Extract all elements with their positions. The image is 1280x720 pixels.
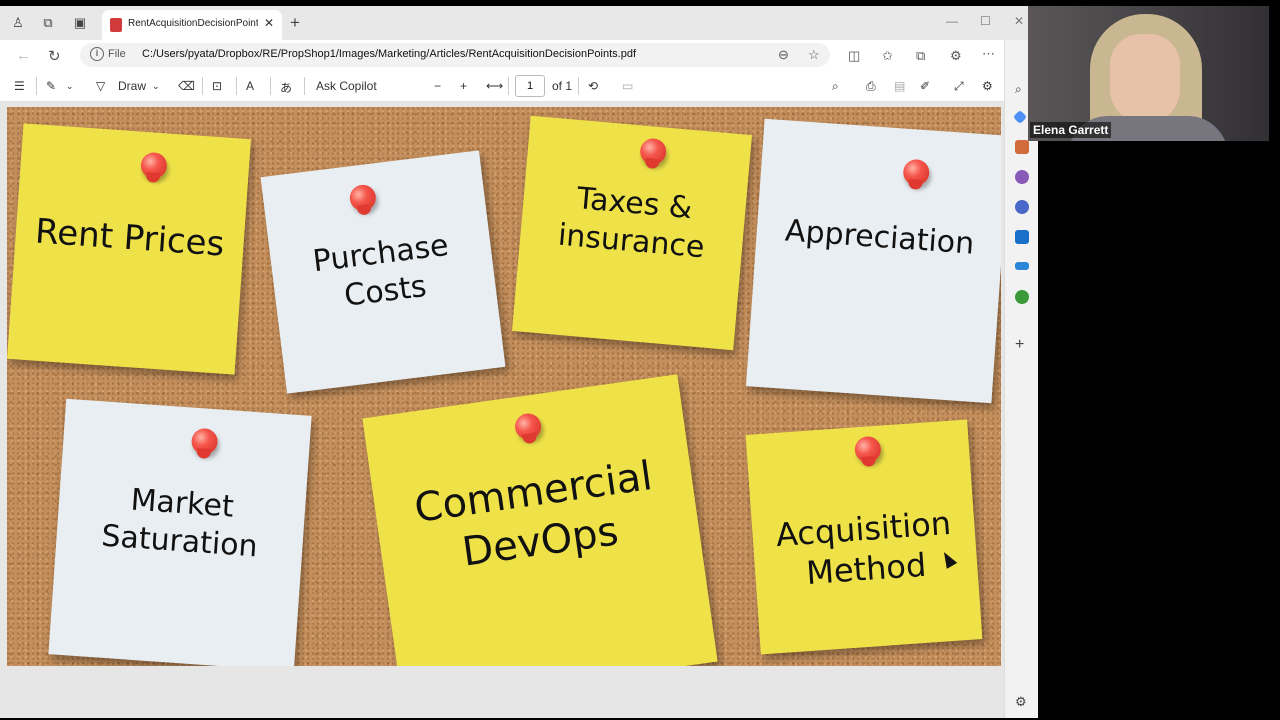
- print-icon[interactable]: ⎙: [866, 79, 876, 94]
- refresh-icon[interactable]: ↻: [48, 47, 61, 65]
- fit-page-icon[interactable]: ⟷: [486, 79, 503, 93]
- split-screen-icon[interactable]: ◫: [848, 48, 860, 64]
- url-text[interactable]: C:/Users/pyata/Dropbox/RE/PropShop1/Imag…: [142, 48, 636, 60]
- separator: [202, 77, 203, 95]
- outlook-icon[interactable]: [1015, 230, 1029, 244]
- collections-icon[interactable]: ⧉: [916, 48, 925, 64]
- pdf-toolbar: ☰ ✎ ⌄ ▽ Draw ⌄ ⌫ ⊡ A あ Ask Copilot − + ⟷…: [0, 70, 1004, 102]
- participant-face: [1110, 34, 1180, 124]
- new-tab-button[interactable]: +: [290, 13, 300, 33]
- search-icon[interactable]: ⌕: [1015, 80, 1029, 96]
- address-row: ← ↻ i File C:/Users/pyata/Dropbox/RE/Pro…: [0, 40, 1038, 70]
- participant-name: Elena Garrett: [1030, 122, 1112, 138]
- video-call-tile: Elena Garrett: [1028, 6, 1269, 141]
- close-window-icon[interactable]: ✕: [1014, 14, 1024, 28]
- sticky-note: Rent Prices: [7, 123, 251, 375]
- pushpin-icon: [513, 411, 543, 442]
- info-icon[interactable]: i: [90, 47, 104, 61]
- profile-icon[interactable]: ♙: [10, 15, 26, 31]
- minimize-icon[interactable]: —: [946, 14, 958, 28]
- sticky-note: Taxes & insurance: [512, 115, 752, 351]
- pushpin-icon: [190, 427, 219, 456]
- note-label: Commercial DevOps: [411, 453, 655, 576]
- draw-icon[interactable]: ▽: [96, 79, 105, 93]
- sticky-note: Appreciation: [745, 118, 1001, 404]
- workspaces-icon[interactable]: ⧉: [40, 15, 56, 31]
- ask-copilot-button[interactable]: Ask Copilot: [316, 79, 377, 93]
- note-label: Market Saturation: [100, 482, 259, 564]
- zoom-icon[interactable]: ⊖: [778, 47, 789, 63]
- sticky-note: Commercial DevOps: [362, 374, 718, 666]
- chevron-down-icon[interactable]: ⌄: [66, 81, 74, 92]
- fullscreen-icon[interactable]: ⤢: [954, 79, 964, 94]
- pdf-file-icon: [110, 18, 122, 32]
- extensions-icon[interactable]: ⚙: [950, 48, 962, 64]
- sticky-note: Purchase Costs: [260, 150, 506, 394]
- note-label: Taxes & insurance: [556, 181, 706, 265]
- note-label: Rent Prices: [33, 211, 226, 265]
- games-icon[interactable]: [1015, 170, 1029, 184]
- save-as-icon[interactable]: ✐: [920, 79, 930, 93]
- save-icon[interactable]: ▤: [894, 79, 905, 93]
- separator: [578, 77, 579, 95]
- tab-title: RentAcquisitionDecisionPoints.pdf: [128, 18, 258, 29]
- close-tab-icon[interactable]: ✕: [264, 16, 274, 30]
- favorite-star-icon[interactable]: ☆: [808, 47, 820, 63]
- pushpin-icon: [140, 151, 168, 180]
- tab-actions-icon[interactable]: ▣: [72, 15, 88, 31]
- address-bar[interactable]: i File C:/Users/pyata/Dropbox/RE/PropSho…: [80, 43, 830, 67]
- separator: [508, 77, 509, 95]
- highlight-icon[interactable]: ✎: [46, 79, 56, 93]
- separator: [236, 77, 237, 95]
- send-icon[interactable]: [1015, 262, 1029, 270]
- document-area[interactable]: Rent Prices Purchase Costs Taxes & insur…: [0, 102, 1004, 718]
- separator: [36, 77, 37, 95]
- browser-window: ♙ ⧉ ▣ RentAcquisitionDecisionPoints.pdf …: [0, 6, 1038, 718]
- tree-icon[interactable]: [1015, 290, 1029, 304]
- note-label: Appreciation: [783, 213, 976, 262]
- pushpin-icon: [854, 435, 882, 464]
- search-icon[interactable]: ⌕: [832, 79, 839, 94]
- sticky-note: Acquisition Method: [745, 419, 983, 655]
- file-scheme-label: File: [108, 48, 126, 60]
- tab-strip: ♙ ⧉ ▣ RentAcquisitionDecisionPoints.pdf …: [0, 6, 1038, 40]
- read-aloud-icon[interactable]: A: [246, 79, 254, 93]
- corkboard-image: Rent Prices Purchase Costs Taxes & insur…: [7, 107, 1001, 666]
- tag-icon[interactable]: [1012, 109, 1028, 125]
- settings-icon[interactable]: ⚙: [1015, 694, 1029, 709]
- note-label: Purchase Costs: [310, 227, 451, 314]
- contents-icon[interactable]: ☰: [14, 79, 25, 93]
- maximize-icon[interactable]: ☐: [980, 14, 991, 28]
- page-view-icon[interactable]: ▭: [622, 79, 633, 93]
- zoom-in-icon[interactable]: +: [460, 79, 467, 93]
- chevron-down-icon[interactable]: ⌄: [152, 81, 160, 92]
- text-box-icon[interactable]: ⊡: [212, 79, 222, 93]
- pushpin-icon: [348, 183, 378, 213]
- pushpin-icon: [639, 137, 668, 166]
- separator: [304, 77, 305, 95]
- zoom-out-icon[interactable]: −: [434, 79, 441, 93]
- back-icon[interactable]: ←: [16, 47, 31, 64]
- office-icon[interactable]: [1015, 200, 1029, 214]
- draw-button[interactable]: Draw: [118, 79, 146, 93]
- sidebar-rail: ⌕ + ⚙: [1004, 40, 1038, 718]
- tab-pdf[interactable]: RentAcquisitionDecisionPoints.pdf ✕: [102, 10, 282, 40]
- settings-icon[interactable]: ⚙: [982, 79, 993, 93]
- page-total: of 1: [552, 79, 573, 93]
- note-label: Acquisition Method: [774, 503, 953, 593]
- eraser-icon[interactable]: ⌫: [178, 79, 195, 93]
- favorites-icon[interactable]: ✩: [882, 48, 893, 64]
- page-number-input[interactable]: 1: [515, 75, 545, 97]
- translate-icon[interactable]: あ: [280, 79, 292, 96]
- add-icon[interactable]: +: [1015, 337, 1029, 353]
- tools-icon[interactable]: [1015, 140, 1029, 154]
- sticky-note: Market Saturation: [48, 398, 312, 666]
- separator: [270, 77, 271, 95]
- more-menu-icon[interactable]: ⋯: [982, 46, 995, 62]
- pushpin-icon: [902, 158, 931, 187]
- rotate-icon[interactable]: ⟲: [588, 79, 598, 93]
